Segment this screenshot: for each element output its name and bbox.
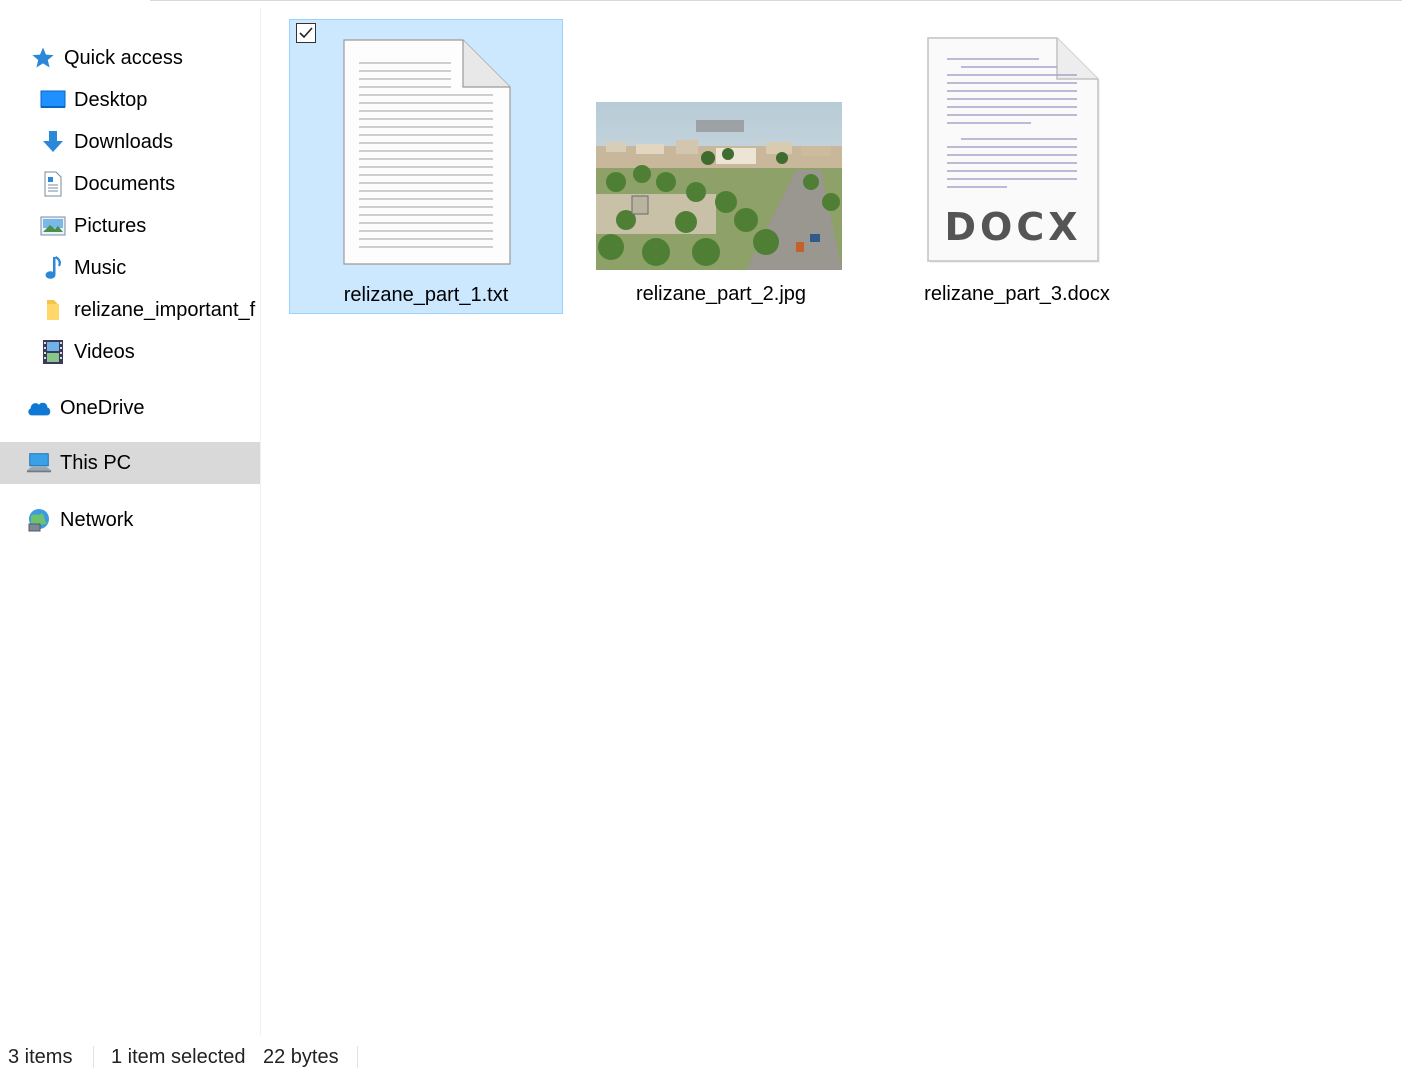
status-bar: 3 items 1 item selected 22 bytes <box>0 1036 1402 1071</box>
sidebar-item-desktop[interactable]: Desktop <box>0 79 260 121</box>
file-name[interactable]: relizane_part_2.jpg <box>584 283 858 306</box>
folder-icon <box>40 297 66 323</box>
sidebar-item-network[interactable]: Network <box>0 499 260 541</box>
cloud-icon <box>26 395 52 421</box>
sidebar-item-label: Documents <box>74 172 176 195</box>
navigation-pane: Quick access Desktop Downloads Documents… <box>0 0 260 1036</box>
sidebar-item-label: relizane_important_f <box>74 298 256 321</box>
sidebar-item-documents[interactable]: Documents <box>0 163 260 205</box>
docx-file-icon: DOCX <box>927 37 1103 270</box>
music-note-icon <box>40 255 66 281</box>
selected-size: 22 bytes <box>263 1046 339 1068</box>
selected-count: 1 item selected <box>111 1046 246 1068</box>
sidebar-item-videos[interactable]: Videos <box>0 331 260 373</box>
star-icon <box>30 45 56 71</box>
checkbox-checked[interactable] <box>296 23 316 43</box>
sidebar-item-label: Downloads <box>74 130 173 153</box>
sidebar-item-label: Quick access <box>64 46 183 69</box>
sidebar-item-quick-access[interactable]: Quick access <box>0 37 260 79</box>
computer-icon <box>26 450 52 476</box>
pictures-icon <box>40 213 66 239</box>
sidebar-item-onedrive[interactable]: OneDrive <box>0 387 260 429</box>
file-explorer-window: Quick access Desktop Downloads Documents… <box>0 0 1402 1071</box>
document-icon <box>40 171 66 197</box>
file-list-view[interactable]: relizane_part_1.txt relizane_part_2.jpg … <box>262 0 1402 1036</box>
video-film-icon <box>40 339 66 365</box>
file-item-jpg[interactable]: relizane_part_2.jpg <box>584 19 858 314</box>
pane-divider[interactable] <box>260 8 261 1036</box>
file-name[interactable]: relizane_part_1.txt <box>290 284 562 307</box>
sidebar-item-label: OneDrive <box>60 396 145 419</box>
sidebar-item-label: This PC <box>60 451 132 474</box>
desktop-icon <box>40 87 66 113</box>
sidebar-item-relizane-folder[interactable]: relizane_important_f <box>0 289 260 331</box>
sidebar-item-this-pc[interactable]: This PC <box>0 442 260 484</box>
file-item-docx[interactable]: DOCX relizane_part_3.docx <box>880 19 1154 314</box>
status-separator <box>357 1046 358 1068</box>
sidebar-item-label: Network <box>60 508 134 531</box>
sidebar-item-music[interactable]: Music <box>0 247 260 289</box>
sidebar-item-label: Music <box>74 256 127 279</box>
sidebar-item-label: Pictures <box>74 214 147 237</box>
download-arrow-icon <box>40 129 66 155</box>
sidebar-item-label: Videos <box>74 340 135 363</box>
file-name[interactable]: relizane_part_3.docx <box>880 283 1154 306</box>
docx-badge-text: DOCX <box>944 205 1082 249</box>
status-separator <box>93 1046 94 1068</box>
sidebar-item-label: Desktop <box>74 88 148 111</box>
file-item-txt[interactable]: relizane_part_1.txt <box>289 19 563 314</box>
text-file-icon <box>343 39 511 270</box>
sidebar-item-downloads[interactable]: Downloads <box>0 121 260 163</box>
image-thumbnail <box>596 102 842 275</box>
network-icon <box>26 507 52 533</box>
item-count: 3 items <box>8 1046 73 1068</box>
sidebar-item-pictures[interactable]: Pictures <box>0 205 260 247</box>
